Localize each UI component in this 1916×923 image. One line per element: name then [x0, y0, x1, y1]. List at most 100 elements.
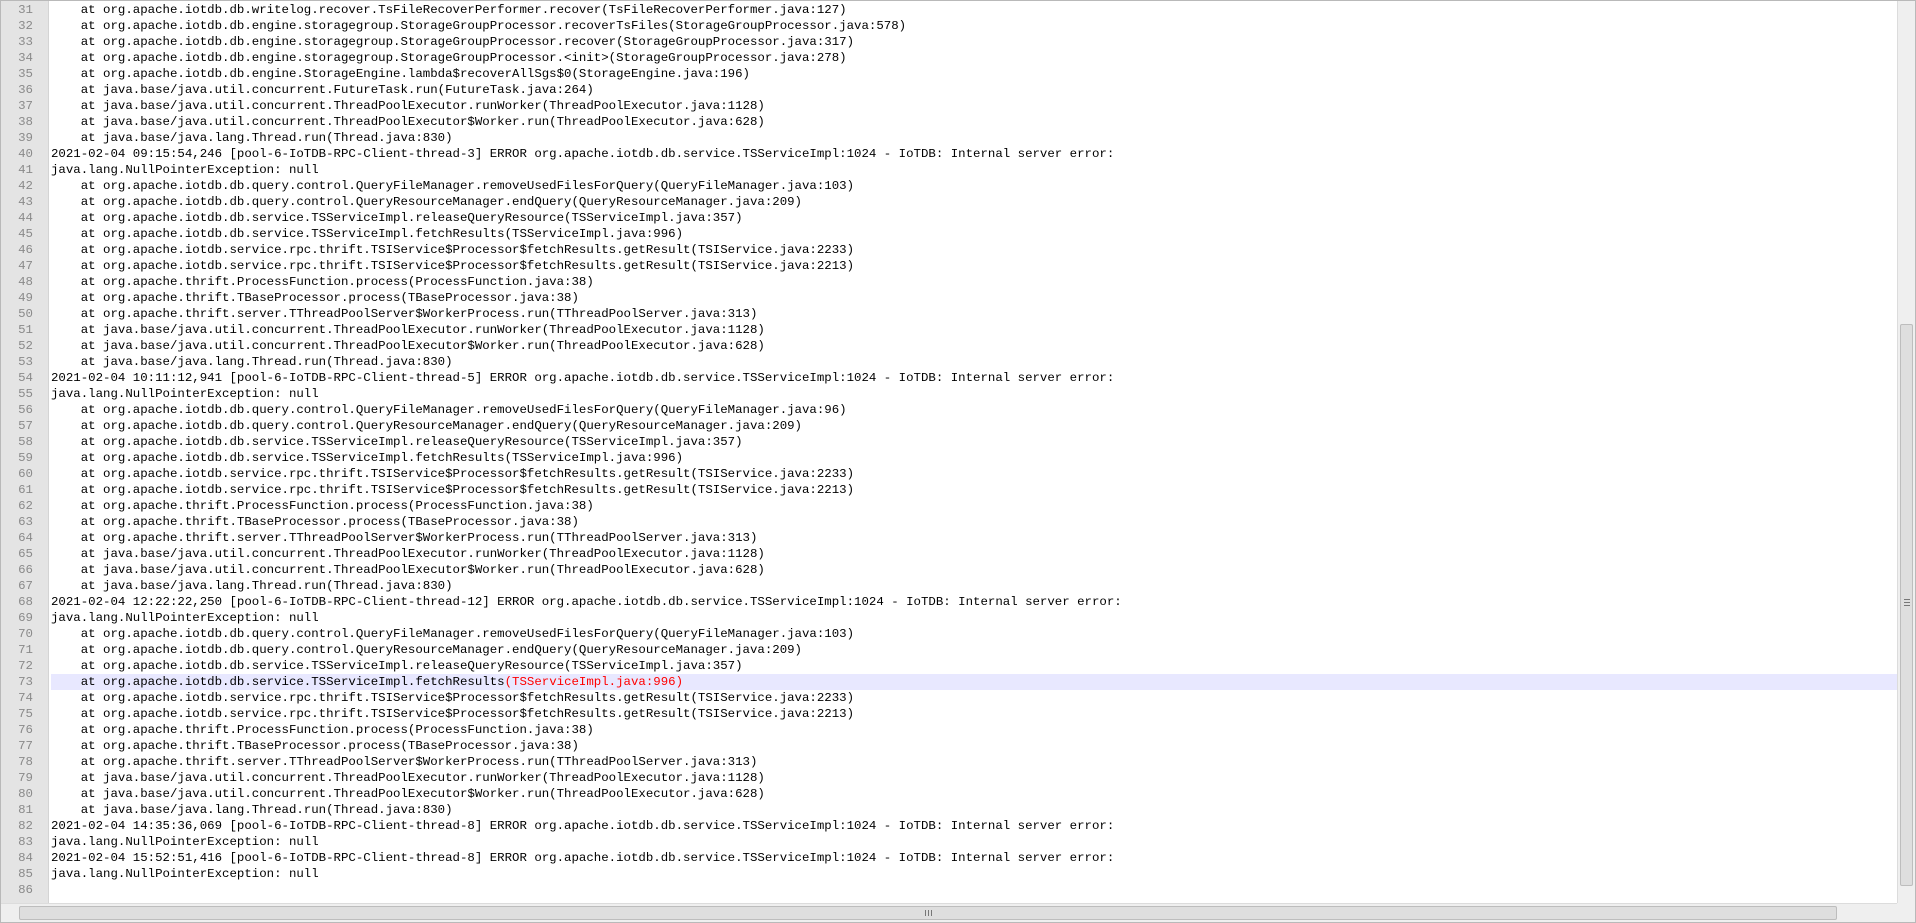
vertical-scrollbar-thumb[interactable] [1900, 324, 1913, 886]
editor-line[interactable]: 62 at org.apache.thrift.ProcessFunction.… [1, 498, 1897, 514]
editor-line[interactable]: 37 at java.base/java.util.concurrent.Thr… [1, 98, 1897, 114]
line-text[interactable]: at org.apache.iotdb.service.rpc.thrift.T… [51, 706, 1897, 722]
editor-line[interactable]: 43 at org.apache.iotdb.db.query.control.… [1, 194, 1897, 210]
editor-line[interactable]: 76 at org.apache.thrift.ProcessFunction.… [1, 722, 1897, 738]
line-text[interactable]: at org.apache.iotdb.db.service.TSService… [51, 226, 1897, 242]
line-text[interactable]: 2021-02-04 14:35:36,069 [pool-6-IoTDB-RP… [51, 818, 1897, 834]
line-text[interactable]: 2021-02-04 15:52:51,416 [pool-6-IoTDB-RP… [51, 850, 1897, 866]
editor-line[interactable]: 71 at org.apache.iotdb.db.query.control.… [1, 642, 1897, 658]
editor-line[interactable]: 59 at org.apache.iotdb.db.service.TSServ… [1, 450, 1897, 466]
line-text[interactable]: at java.base/java.util.concurrent.Thread… [51, 114, 1897, 130]
editor-content[interactable]: 31 at org.apache.iotdb.db.writelog.recov… [1, 2, 1897, 898]
line-text[interactable]: at org.apache.thrift.ProcessFunction.pro… [51, 274, 1897, 290]
line-text[interactable]: at org.apache.iotdb.db.service.TSService… [51, 674, 1897, 690]
line-text[interactable]: at org.apache.iotdb.db.engine.storagegro… [51, 34, 1897, 50]
editor-line[interactable]: 41 java.lang.NullPointerException: null [1, 162, 1897, 178]
editor-line[interactable]: 51 at java.base/java.util.concurrent.Thr… [1, 322, 1897, 338]
editor-line[interactable]: 46 at org.apache.iotdb.service.rpc.thrif… [1, 242, 1897, 258]
editor-line[interactable]: 73 at org.apache.iotdb.db.service.TSServ… [1, 674, 1897, 690]
line-text[interactable]: at java.base/java.util.concurrent.Thread… [51, 770, 1897, 786]
editor-line[interactable]: 69 java.lang.NullPointerException: null [1, 610, 1897, 626]
editor-line[interactable]: 79 at java.base/java.util.concurrent.Thr… [1, 770, 1897, 786]
editor-line[interactable]: 65 at java.base/java.util.concurrent.Thr… [1, 546, 1897, 562]
editor-line[interactable]: 56 at org.apache.iotdb.db.query.control.… [1, 402, 1897, 418]
line-text[interactable]: java.lang.NullPointerException: null [51, 162, 1897, 178]
line-text[interactable]: at org.apache.iotdb.db.service.TSService… [51, 658, 1897, 674]
editor-line[interactable]: 77 at org.apache.thrift.TBaseProcessor.p… [1, 738, 1897, 754]
line-text[interactable]: at org.apache.iotdb.db.writelog.recover.… [51, 2, 1897, 18]
editor-line[interactable]: 83 java.lang.NullPointerException: null [1, 834, 1897, 850]
line-text[interactable]: at org.apache.iotdb.db.engine.StorageEng… [51, 66, 1897, 82]
editor-line[interactable]: 34 at org.apache.iotdb.db.engine.storage… [1, 50, 1897, 66]
line-text[interactable]: at org.apache.thrift.ProcessFunction.pro… [51, 498, 1897, 514]
line-text[interactable]: at java.base/java.lang.Thread.run(Thread… [51, 354, 1897, 370]
text-editor[interactable]: 31 at org.apache.iotdb.db.writelog.recov… [0, 0, 1916, 923]
editor-line[interactable]: 40 2021-02-04 09:15:54,246 [pool-6-IoTDB-… [1, 146, 1897, 162]
line-text[interactable]: at org.apache.iotdb.db.query.control.Que… [51, 642, 1897, 658]
line-text[interactable]: at java.base/java.lang.Thread.run(Thread… [51, 130, 1897, 146]
editor-line[interactable]: 35 at org.apache.iotdb.db.engine.Storage… [1, 66, 1897, 82]
line-text[interactable]: at org.apache.iotdb.service.rpc.thrift.T… [51, 690, 1897, 706]
line-text[interactable]: at java.base/java.util.concurrent.Thread… [51, 338, 1897, 354]
line-text[interactable]: at java.base/java.util.concurrent.Thread… [51, 786, 1897, 802]
line-text[interactable]: at org.apache.thrift.server.TThreadPoolS… [51, 306, 1897, 322]
editor-line[interactable]: 81 at java.base/java.lang.Thread.run(Thr… [1, 802, 1897, 818]
horizontal-scrollbar[interactable] [1, 903, 1897, 922]
editor-line[interactable]: 42 at org.apache.iotdb.db.query.control.… [1, 178, 1897, 194]
line-text[interactable]: at java.base/java.lang.Thread.run(Thread… [51, 578, 1897, 594]
editor-line[interactable]: 39 at java.base/java.lang.Thread.run(Thr… [1, 130, 1897, 146]
editor-line[interactable]: 66 at java.base/java.util.concurrent.Thr… [1, 562, 1897, 578]
editor-line[interactable]: 49 at org.apache.thrift.TBaseProcessor.p… [1, 290, 1897, 306]
line-text[interactable]: at java.base/java.util.concurrent.Thread… [51, 562, 1897, 578]
line-text[interactable]: at org.apache.thrift.TBaseProcessor.proc… [51, 290, 1897, 306]
line-text[interactable]: at org.apache.iotdb.db.query.control.Que… [51, 418, 1897, 434]
line-text[interactable]: at org.apache.iotdb.db.engine.storagegro… [51, 50, 1897, 66]
editor-line[interactable]: 32 at org.apache.iotdb.db.engine.storage… [1, 18, 1897, 34]
editor-line[interactable]: 53 at java.base/java.lang.Thread.run(Thr… [1, 354, 1897, 370]
editor-line[interactable]: 60 at org.apache.iotdb.service.rpc.thrif… [1, 466, 1897, 482]
line-text[interactable]: at org.apache.iotdb.db.engine.storagegro… [51, 18, 1897, 34]
editor-line[interactable]: 70 at org.apache.iotdb.db.query.control.… [1, 626, 1897, 642]
line-text[interactable]: 2021-02-04 10:11:12,941 [pool-6-IoTDB-RP… [51, 370, 1897, 386]
editor-line[interactable]: 78 at org.apache.thrift.server.TThreadPo… [1, 754, 1897, 770]
editor-line[interactable]: 80 at java.base/java.util.concurrent.Thr… [1, 786, 1897, 802]
editor-line[interactable]: 84 2021-02-04 15:52:51,416 [pool-6-IoTDB-… [1, 850, 1897, 866]
editor-line[interactable]: 86 [1, 882, 1897, 898]
editor-line[interactable]: 47 at org.apache.iotdb.service.rpc.thrif… [1, 258, 1897, 274]
line-text[interactable]: java.lang.NullPointerException: null [51, 386, 1897, 402]
line-text[interactable]: at org.apache.iotdb.db.service.TSService… [51, 450, 1897, 466]
editor-line[interactable]: 74 at org.apache.iotdb.service.rpc.thrif… [1, 690, 1897, 706]
editor-line[interactable]: 64 at org.apache.thrift.server.TThreadPo… [1, 530, 1897, 546]
editor-line[interactable]: 58 at org.apache.iotdb.db.service.TSServ… [1, 434, 1897, 450]
line-text[interactable]: at org.apache.iotdb.db.query.control.Que… [51, 178, 1897, 194]
editor-line[interactable]: 82 2021-02-04 14:35:36,069 [pool-6-IoTDB-… [1, 818, 1897, 834]
line-text[interactable]: at org.apache.iotdb.db.query.control.Que… [51, 402, 1897, 418]
line-text[interactable]: at org.apache.thrift.TBaseProcessor.proc… [51, 514, 1897, 530]
line-text[interactable]: at org.apache.thrift.server.TThreadPoolS… [51, 754, 1897, 770]
horizontal-scrollbar-thumb[interactable] [19, 906, 1837, 920]
line-text[interactable]: at org.apache.thrift.TBaseProcessor.proc… [51, 738, 1897, 754]
line-text[interactable]: at java.base/java.util.concurrent.Thread… [51, 98, 1897, 114]
line-text[interactable]: at org.apache.iotdb.service.rpc.thrift.T… [51, 466, 1897, 482]
line-text[interactable]: at java.base/java.util.concurrent.Future… [51, 82, 1897, 98]
editor-line[interactable]: 45 at org.apache.iotdb.db.service.TSServ… [1, 226, 1897, 242]
editor-line[interactable]: 36 at java.base/java.util.concurrent.Fut… [1, 82, 1897, 98]
line-text[interactable]: at org.apache.iotdb.service.rpc.thrift.T… [51, 482, 1897, 498]
editor-line[interactable]: 67 at java.base/java.lang.Thread.run(Thr… [1, 578, 1897, 594]
line-text[interactable]: at org.apache.thrift.ProcessFunction.pro… [51, 722, 1897, 738]
editor-line[interactable]: 57 at org.apache.iotdb.db.query.control.… [1, 418, 1897, 434]
editor-line[interactable]: 48 at org.apache.thrift.ProcessFunction.… [1, 274, 1897, 290]
editor-line[interactable]: 72 at org.apache.iotdb.db.service.TSServ… [1, 658, 1897, 674]
editor-line[interactable]: 44 at org.apache.iotdb.db.service.TSServ… [1, 210, 1897, 226]
line-text[interactable]: at org.apache.iotdb.service.rpc.thrift.T… [51, 258, 1897, 274]
line-text[interactable]: at java.base/java.util.concurrent.Thread… [51, 322, 1897, 338]
editor-line[interactable]: 61 at org.apache.iotdb.service.rpc.thrif… [1, 482, 1897, 498]
editor-line[interactable]: 38 at java.base/java.util.concurrent.Thr… [1, 114, 1897, 130]
editor-line[interactable]: 85 java.lang.NullPointerException: null [1, 866, 1897, 882]
line-text[interactable]: 2021-02-04 12:22:22,250 [pool-6-IoTDB-RP… [51, 594, 1897, 610]
line-text[interactable]: at org.apache.thrift.server.TThreadPoolS… [51, 530, 1897, 546]
line-text[interactable]: at org.apache.iotdb.db.query.control.Que… [51, 626, 1897, 642]
line-text[interactable]: at org.apache.iotdb.db.service.TSService… [51, 210, 1897, 226]
line-text[interactable]: at org.apache.iotdb.service.rpc.thrift.T… [51, 242, 1897, 258]
line-text[interactable]: at org.apache.iotdb.db.query.control.Que… [51, 194, 1897, 210]
